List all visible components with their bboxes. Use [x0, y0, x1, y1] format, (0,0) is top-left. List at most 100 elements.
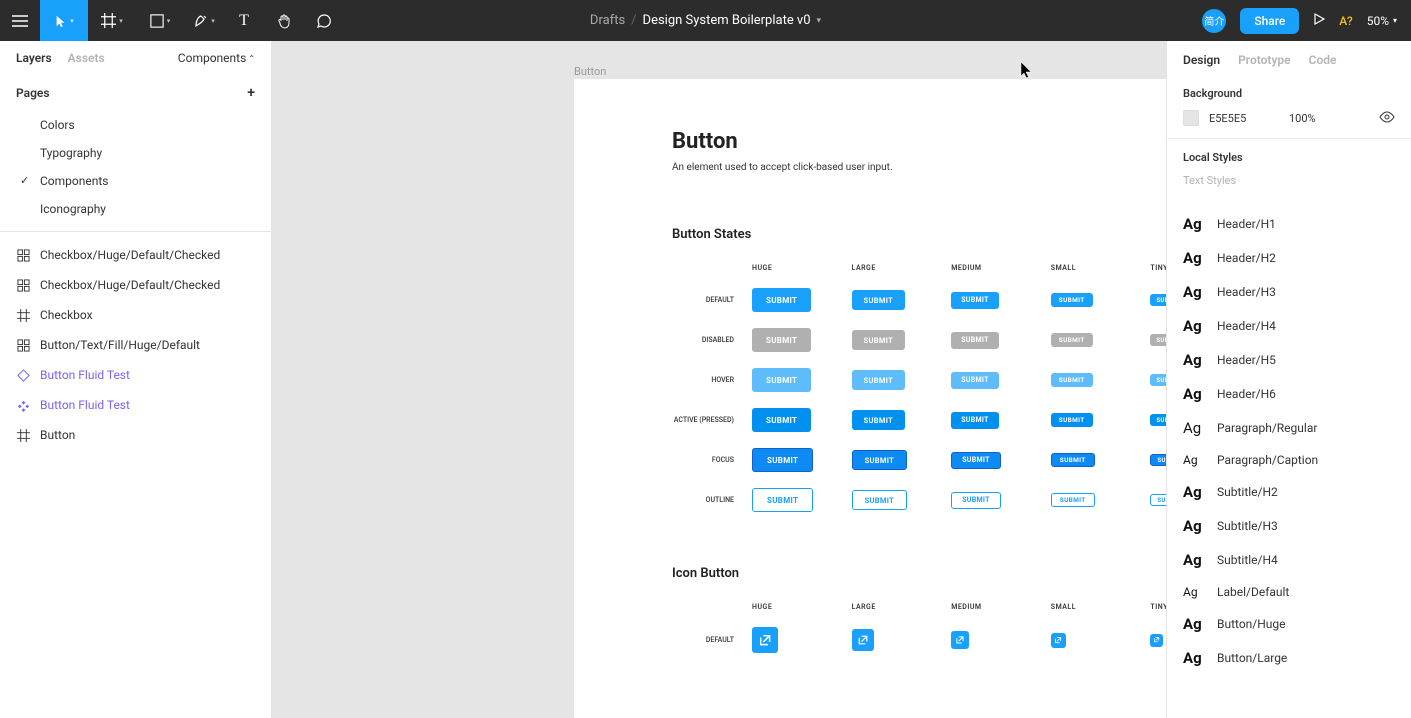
row-header: DEFAULT: [672, 636, 752, 644]
text-style-item[interactable]: AgHeader/H2: [1167, 241, 1411, 275]
submit-button: SUBMIT: [951, 452, 1001, 469]
button-sample[interactable]: SUBMIT: [752, 488, 852, 512]
text-tool-button[interactable]: T: [224, 0, 264, 41]
icon-button-sample[interactable]: [852, 629, 952, 651]
icon-button-sample[interactable]: [1150, 634, 1166, 647]
button-sample[interactable]: SUBMIT: [1051, 333, 1151, 347]
breadcrumb-file[interactable]: Design System Boilerplate v0 ▾: [643, 13, 822, 28]
row-header: DEFAULT: [672, 296, 752, 304]
pen-tool-button[interactable]: ▾: [184, 0, 224, 41]
background-hex[interactable]: E5E5E5: [1209, 112, 1279, 125]
text-style-item[interactable]: AgButton/Huge: [1167, 607, 1411, 641]
icon-button-sample[interactable]: [951, 631, 1051, 649]
page-item-iconography[interactable]: Iconography: [0, 195, 271, 223]
button-sample[interactable]: SUBMIT: [852, 330, 952, 350]
button-sample[interactable]: SUBMIT: [951, 372, 1051, 389]
button-sample[interactable]: SUBMIT: [951, 492, 1051, 509]
layer-label: Button Fluid Test: [40, 398, 130, 412]
present-button[interactable]: [1313, 13, 1325, 28]
layer-item[interactable]: Button/Text/Fill/Huge/Default: [0, 330, 271, 360]
text-style-item[interactable]: AgLabel/Default: [1167, 577, 1411, 607]
tab-layers[interactable]: Layers: [16, 51, 52, 65]
text-style-item[interactable]: AgHeader/H5: [1167, 343, 1411, 377]
text-style-item[interactable]: AgSubtitle/H4: [1167, 543, 1411, 577]
tab-assets[interactable]: Assets: [68, 51, 105, 65]
text-style-item[interactable]: AgParagraph/Regular: [1167, 411, 1411, 445]
artboard-button[interactable]: Button An element used to accept click-b…: [574, 79, 1166, 718]
button-sample[interactable]: SUBMIT: [1150, 294, 1166, 306]
local-styles-section: Local Styles Text Styles: [1167, 139, 1411, 207]
button-sample[interactable]: SUBMIT: [951, 292, 1051, 309]
tab-prototype[interactable]: Prototype: [1238, 53, 1291, 67]
button-sample[interactable]: SUBMIT: [1150, 374, 1166, 386]
canvas[interactable]: Button Button An element used to accept …: [272, 41, 1166, 718]
zoom-control[interactable]: 50% ▾: [1367, 14, 1397, 28]
page-item-components[interactable]: Components: [0, 167, 271, 195]
text-style-item[interactable]: AgHeader/H1: [1167, 207, 1411, 241]
share-button[interactable]: Share: [1240, 8, 1299, 34]
background-swatch[interactable]: [1183, 110, 1199, 126]
layer-item[interactable]: Checkbox/Huge/Default/Checked: [0, 270, 271, 300]
components-dropdown[interactable]: Components ⌃: [178, 51, 255, 65]
button-sample[interactable]: SUBMIT: [1051, 413, 1151, 427]
layer-item[interactable]: Checkbox: [0, 300, 271, 330]
button-sample[interactable]: SUBMIT: [752, 448, 852, 472]
button-sample[interactable]: SUBMIT: [752, 408, 852, 432]
text-style-item[interactable]: AgSubtitle/H2: [1167, 475, 1411, 509]
style-name-label: Button/Large: [1217, 651, 1287, 665]
page-item-colors[interactable]: Colors: [0, 111, 271, 139]
visibility-toggle[interactable]: [1379, 111, 1395, 126]
button-sample[interactable]: SUBMIT: [852, 410, 952, 430]
background-opacity[interactable]: 100%: [1289, 112, 1316, 125]
right-panel: Design Prototype Code Background E5E5E5 …: [1166, 41, 1411, 718]
add-page-button[interactable]: +: [247, 85, 255, 101]
comment-tool-button[interactable]: [304, 0, 344, 41]
button-sample[interactable]: SUBMIT: [951, 452, 1051, 469]
style-name-label: Header/H4: [1217, 319, 1276, 333]
frame-tool-button[interactable]: ▾: [88, 0, 136, 41]
button-sample[interactable]: SUBMIT: [852, 290, 952, 310]
icon-button: [752, 627, 778, 653]
icon-button-sample[interactable]: [1051, 633, 1151, 648]
text-style-item[interactable]: Ag Button/Large: [1167, 641, 1411, 675]
text-style-item[interactable]: AgSubtitle/H3: [1167, 509, 1411, 543]
button-sample[interactable]: SUBMIT: [852, 490, 952, 510]
tab-design[interactable]: Design: [1183, 53, 1220, 67]
avatar[interactable]: 简介: [1202, 9, 1226, 33]
button-sample[interactable]: SUBMIT: [1150, 334, 1166, 346]
button-sample[interactable]: SUBMIT: [1051, 373, 1151, 387]
layer-item[interactable]: Checkbox/Huge/Default/Checked: [0, 240, 271, 270]
button-sample[interactable]: SUBMIT: [951, 412, 1051, 429]
layer-item[interactable]: Button Fluid Test: [0, 390, 271, 420]
button-sample[interactable]: SUBMIT: [1150, 494, 1166, 506]
layer-item[interactable]: Button: [0, 420, 271, 450]
breadcrumb-folder[interactable]: Drafts: [590, 13, 625, 28]
missing-font-indicator[interactable]: A?: [1339, 14, 1352, 28]
page-item-typography[interactable]: Typography: [0, 139, 271, 167]
button-sample[interactable]: SUBMIT: [1051, 293, 1151, 307]
hand-tool-button[interactable]: [264, 0, 304, 41]
shape-tool-button[interactable]: ▾: [136, 0, 184, 41]
button-sample[interactable]: SUBMIT: [852, 450, 952, 470]
button-sample[interactable]: SUBMIT: [752, 368, 852, 392]
layer-item[interactable]: Button Fluid Test: [0, 360, 271, 390]
text-style-item[interactable]: AgHeader/H4: [1167, 309, 1411, 343]
button-sample[interactable]: SUBMIT: [752, 328, 852, 352]
text-style-item[interactable]: AgHeader/H3: [1167, 275, 1411, 309]
frame-label[interactable]: Button: [574, 65, 606, 78]
text-style-item[interactable]: AgHeader/H6: [1167, 377, 1411, 411]
button-sample[interactable]: SUBMIT: [1150, 414, 1166, 426]
layer-label: Button/Text/Fill/Huge/Default: [40, 338, 200, 352]
text-style-item[interactable]: AgParagraph/Caption: [1167, 445, 1411, 475]
button-sample[interactable]: SUBMIT: [1051, 453, 1151, 467]
ag-preview: Ag: [1183, 649, 1205, 667]
button-sample[interactable]: SUBMIT: [1150, 454, 1166, 466]
tab-code[interactable]: Code: [1309, 53, 1337, 67]
move-tool-button[interactable]: ▾: [40, 0, 88, 41]
main-menu-button[interactable]: [0, 0, 40, 41]
button-sample[interactable]: SUBMIT: [752, 288, 852, 312]
button-sample[interactable]: SUBMIT: [1051, 493, 1151, 507]
icon-button-sample[interactable]: [752, 627, 852, 653]
button-sample[interactable]: SUBMIT: [951, 332, 1051, 349]
button-sample[interactable]: SUBMIT: [852, 370, 952, 390]
